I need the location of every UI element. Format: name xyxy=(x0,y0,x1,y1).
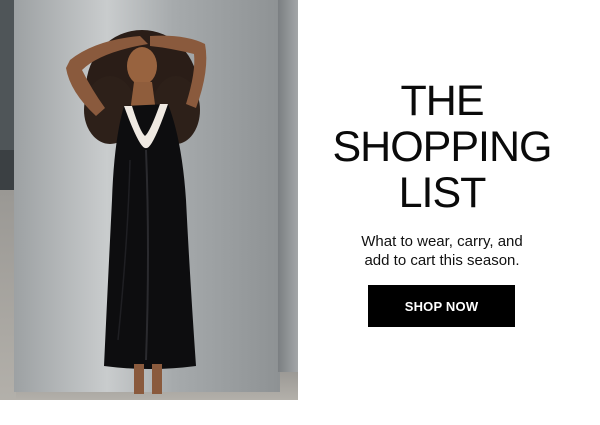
promo-copy: THE SHOPPING LIST What to wear, carry, a… xyxy=(298,0,600,425)
promo-subtext: What to wear, carry, and add to cart thi… xyxy=(298,232,586,270)
hero-photo-illustration xyxy=(0,0,298,400)
headline-line: SHOPPING xyxy=(332,123,553,171)
hero-photo[interactable] xyxy=(0,0,298,400)
subtext-line: What to wear, carry, and xyxy=(361,233,523,250)
promo-headline: THE SHOPPING LIST xyxy=(298,78,586,216)
shop-now-button[interactable]: SHOP NOW xyxy=(368,285,515,327)
shopping-list-promo: THE SHOPPING LIST What to wear, carry, a… xyxy=(0,0,600,425)
headline-line: LIST xyxy=(398,169,487,217)
headline-line: THE xyxy=(400,77,485,125)
subtext-line: add to cart this season. xyxy=(364,252,520,269)
